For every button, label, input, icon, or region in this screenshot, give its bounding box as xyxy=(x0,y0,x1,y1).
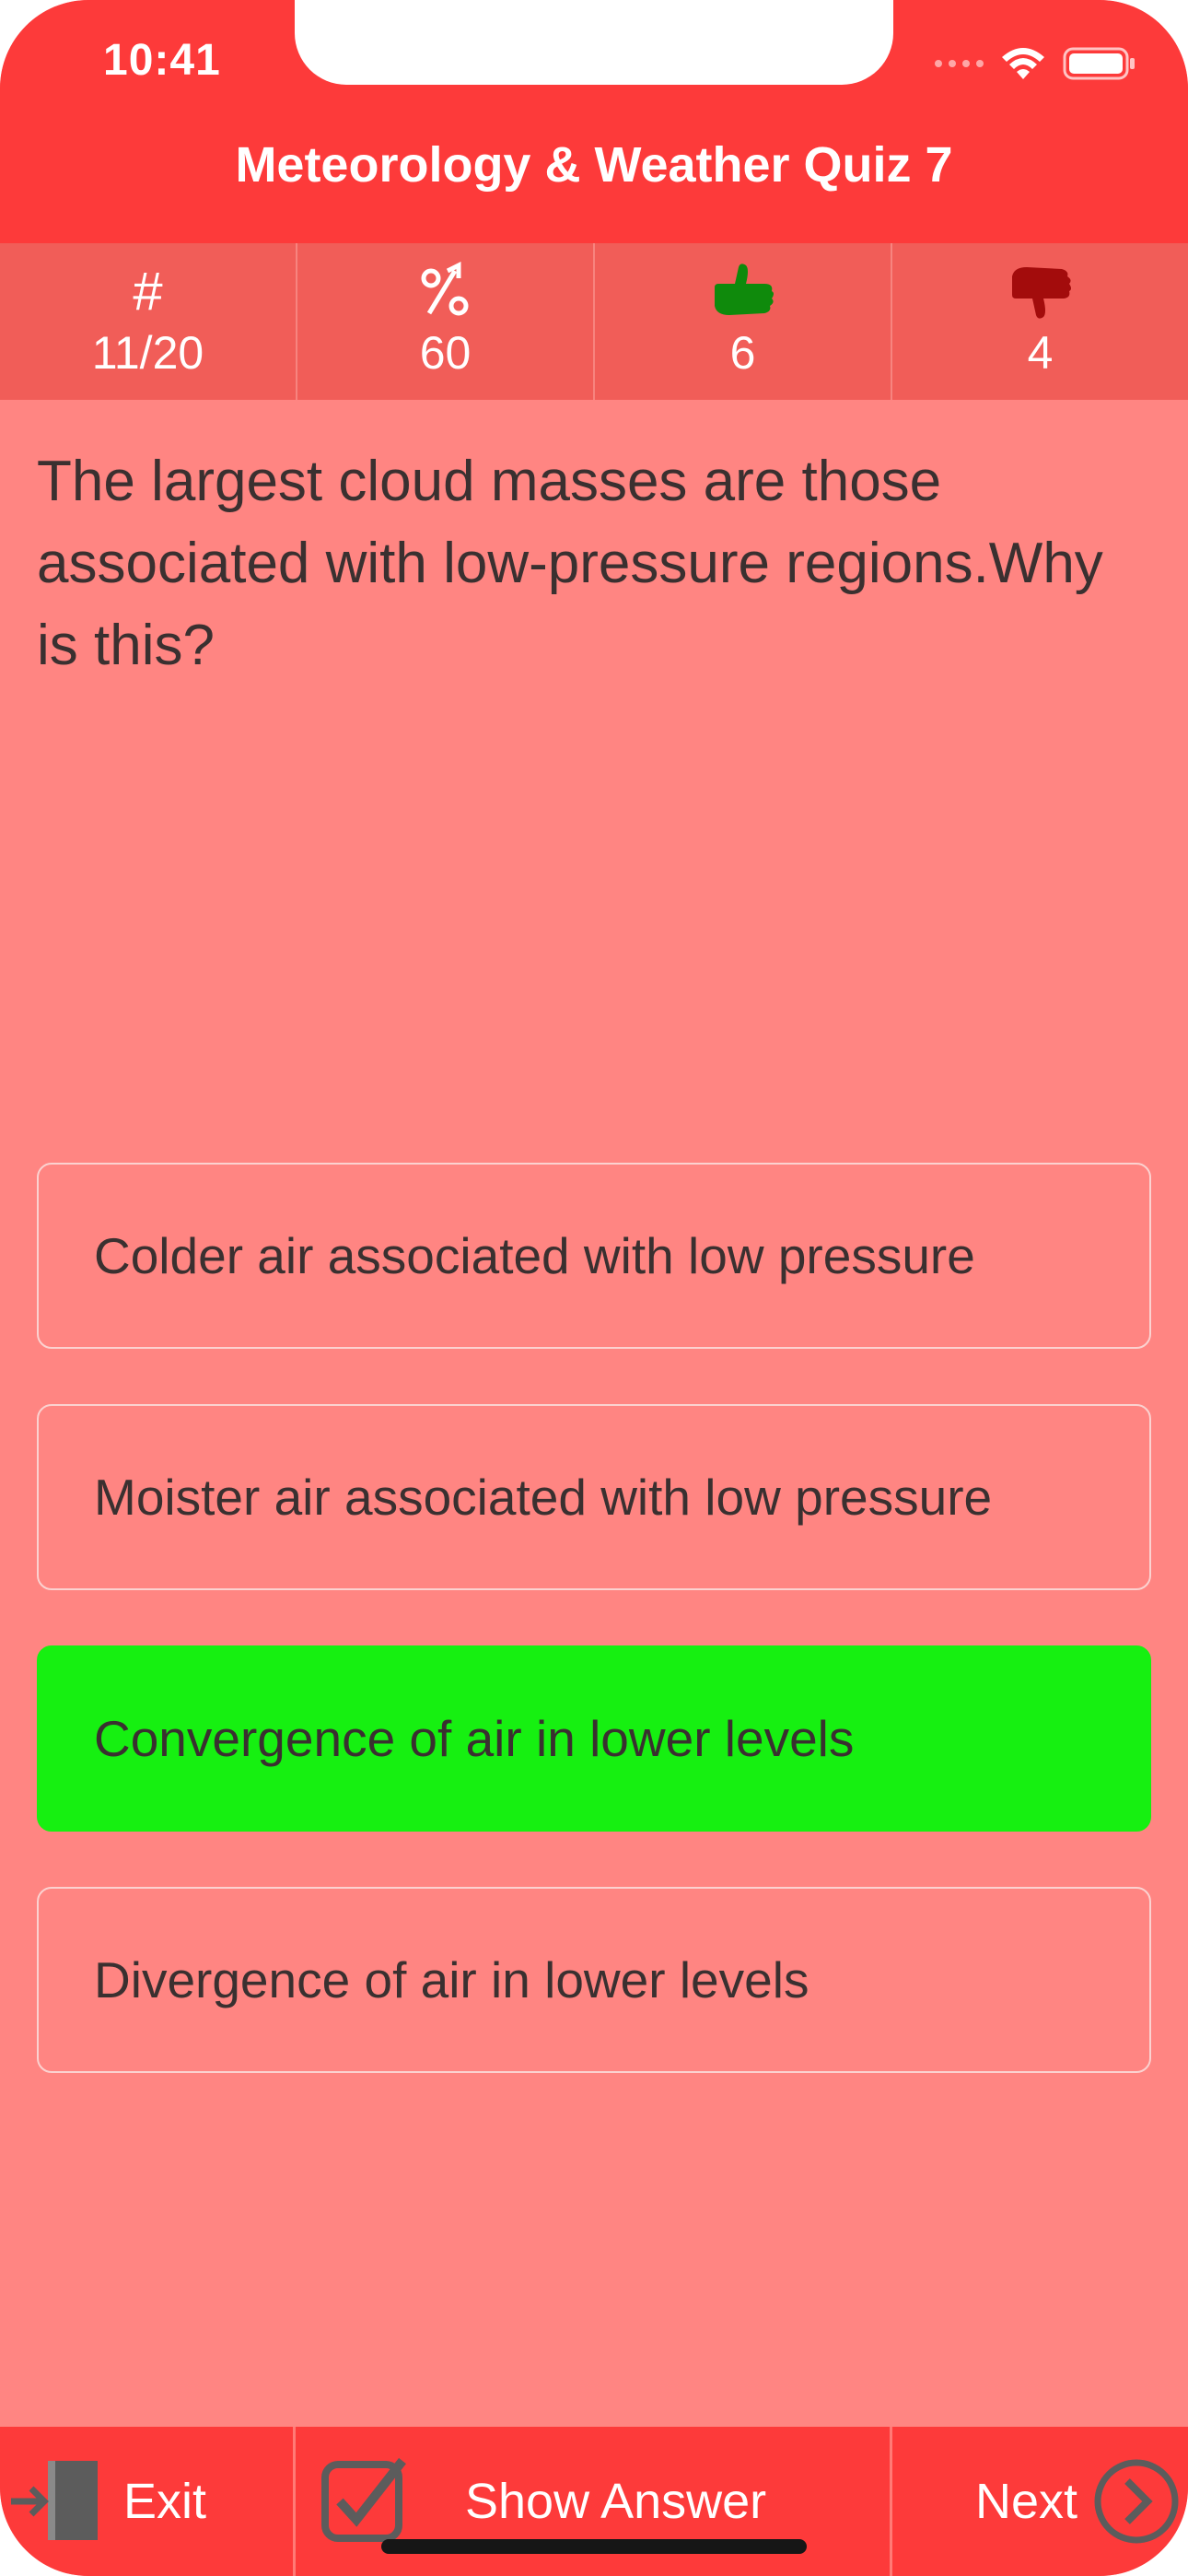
answer-option-2[interactable]: Moister air associated with low pressure xyxy=(37,1404,1151,1590)
chevron-right-circle-icon xyxy=(1094,2459,1179,2544)
status-icons xyxy=(935,41,1136,87)
correct-count: 6 xyxy=(729,327,756,379)
next-label: Next xyxy=(975,2474,1078,2529)
percent-up-icon xyxy=(416,262,475,321)
thumbs-up-icon xyxy=(711,262,775,321)
stat-wrong: 4 xyxy=(892,243,1188,400)
question-text: The largest cloud masses are those assoc… xyxy=(37,450,1103,677)
score-percent: 60 xyxy=(419,327,472,379)
header-bar: 10:41 Meteorology & Weather Quiz 7 xyxy=(0,0,1188,243)
answer-option-4[interactable]: Divergence of air in lower levels xyxy=(37,1887,1151,2073)
exit-button[interactable]: Exit xyxy=(0,2427,296,2576)
question-counter: 11/20 xyxy=(91,327,204,379)
answer-option-1[interactable]: Colder air associated with low pressure xyxy=(37,1163,1151,1349)
checkbox-checked-icon xyxy=(321,2457,406,2542)
cellular-signal-icon xyxy=(935,60,984,67)
wrong-count: 4 xyxy=(1027,327,1054,379)
next-button[interactable]: Next xyxy=(892,2427,1188,2576)
stat-correct: 6 xyxy=(595,243,892,400)
device-notch xyxy=(295,0,893,85)
quiz-title: Meteorology & Weather Quiz 7 xyxy=(235,137,953,193)
thumbs-down-icon xyxy=(1008,262,1073,321)
battery-icon xyxy=(1063,47,1135,80)
stats-bar: # 11/20 60 6 4 xyxy=(0,243,1188,400)
answer-option-3-correct[interactable]: Convergence of air in lower levels xyxy=(37,1645,1151,1832)
stat-question-number: # 11/20 xyxy=(0,243,297,400)
quiz-screen: 10:41 Meteorology & Weather Quiz 7 # 11/… xyxy=(0,0,1188,2576)
status-time: 10:41 xyxy=(103,36,221,85)
exit-label: Exit xyxy=(123,2474,207,2529)
show-answer-label: Show Answer xyxy=(465,2474,767,2529)
wifi-icon xyxy=(1002,48,1044,79)
exit-door-icon xyxy=(11,2461,98,2540)
stat-percentage: 60 xyxy=(297,243,595,400)
home-indicator[interactable] xyxy=(381,2539,807,2554)
hash-icon: # xyxy=(133,261,163,322)
